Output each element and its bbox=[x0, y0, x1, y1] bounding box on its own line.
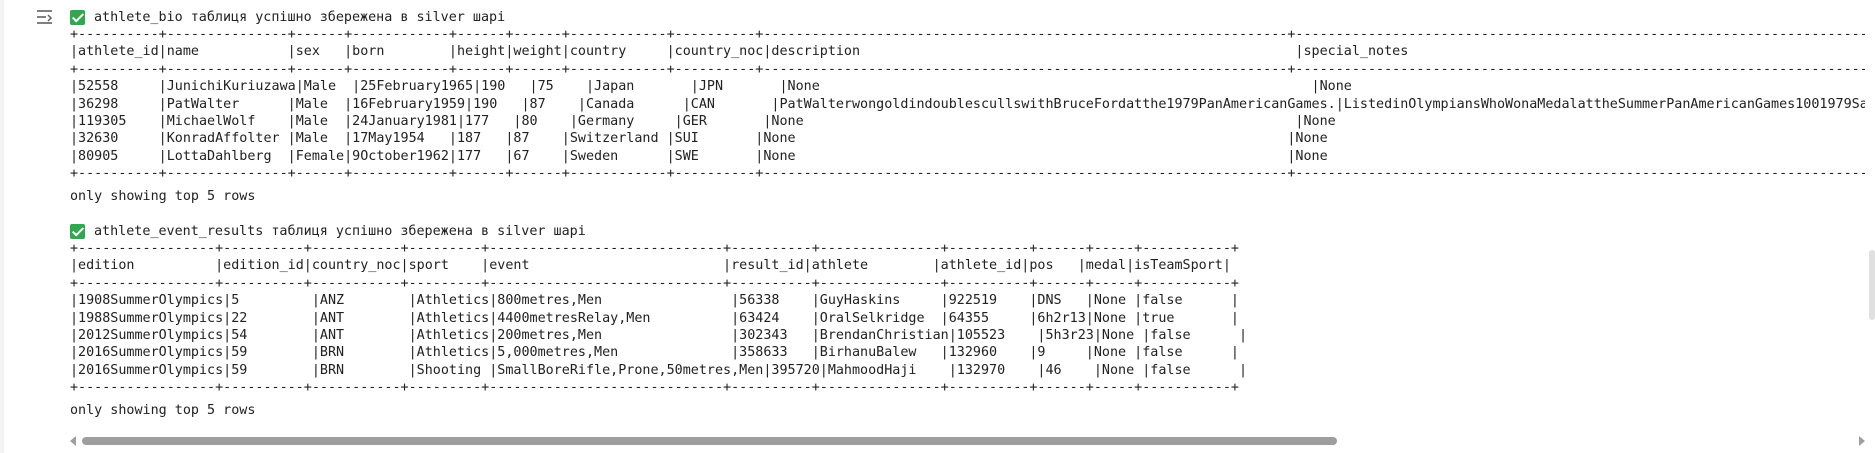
cell-output[interactable]: athlete_bio таблиця успішно збережена в … bbox=[70, 6, 1865, 436]
table-line: +-----------------+----------+----------… bbox=[70, 275, 1239, 291]
vertical-scrollbar-thumb[interactable] bbox=[1869, 250, 1875, 320]
check-icon bbox=[70, 223, 85, 239]
table-row: |1988SummerOlympics|22 |ANT |Athletics|4… bbox=[70, 310, 1239, 326]
table-header-row: |athlete_id|name |sex |born |height|weig… bbox=[70, 44, 1409, 60]
table-row: |2016SummerOlympics|59 |BRN |Shooting |S… bbox=[70, 362, 1248, 378]
table-row: |1908SummerOlympics|5 |ANZ |Athletics|80… bbox=[70, 293, 1239, 309]
table-line: +----------+---------------+------+-----… bbox=[70, 166, 1865, 182]
athlete-event-results-table: +-----------------+----------+----------… bbox=[70, 240, 1865, 397]
status-text-2: athlete_event_results таблиця успішно зб… bbox=[94, 223, 586, 239]
table-line: +-----------------+----------+----------… bbox=[70, 241, 1239, 257]
horizontal-scrollbar-thumb[interactable] bbox=[82, 437, 1337, 445]
athlete-bio-table: +----------+---------------+------+-----… bbox=[70, 26, 1865, 183]
table-row: |2012SummerOlympics|54 |ANT |Athletics|2… bbox=[70, 328, 1248, 344]
status-message-2: athlete_event_results таблиця успішно зб… bbox=[70, 220, 1865, 242]
status-message-1: athlete_bio таблиця успішно збережена в … bbox=[70, 6, 1865, 28]
table-row: |32630 |KonradAffolter |Male |17May1954 … bbox=[70, 131, 1328, 147]
scroll-left-arrow-icon[interactable] bbox=[70, 436, 76, 446]
output-toggle-icon[interactable] bbox=[33, 6, 57, 28]
table-row: |80905 |LottaDahlberg |Female|9October19… bbox=[70, 148, 1328, 164]
rows-footer-2: only showing top 5 rows bbox=[70, 402, 256, 418]
check-icon bbox=[70, 9, 85, 25]
table-line: +----------+---------------+------+-----… bbox=[70, 61, 1865, 77]
status-text-1: athlete_bio таблиця успішно збережена в … bbox=[94, 9, 506, 25]
table-row: |36298 |PatWalter |Male |16February1959|… bbox=[70, 96, 1865, 112]
cell-gutter bbox=[0, 0, 4, 453]
table-row: |2016SummerOlympics|59 |BRN |Athletics|5… bbox=[70, 345, 1239, 361]
table-row: |119305 |MichaelWolf |Male |24January198… bbox=[70, 114, 1336, 130]
scroll-right-arrow-icon[interactable] bbox=[1859, 436, 1865, 446]
table-line: +----------+---------------+------+-----… bbox=[70, 27, 1865, 42]
horizontal-scrollbar[interactable] bbox=[70, 436, 1865, 446]
rows-footer-1: only showing top 5 rows bbox=[70, 188, 256, 204]
table-line: +-----------------+----------+----------… bbox=[70, 380, 1239, 396]
table-row: |52558 |JunichiKuriuzawa|Male |25Februar… bbox=[70, 79, 1352, 95]
table-header-row: |edition |edition_id|country_noc|sport |… bbox=[70, 258, 1231, 274]
output-toggle-icon-graphic bbox=[37, 10, 53, 24]
